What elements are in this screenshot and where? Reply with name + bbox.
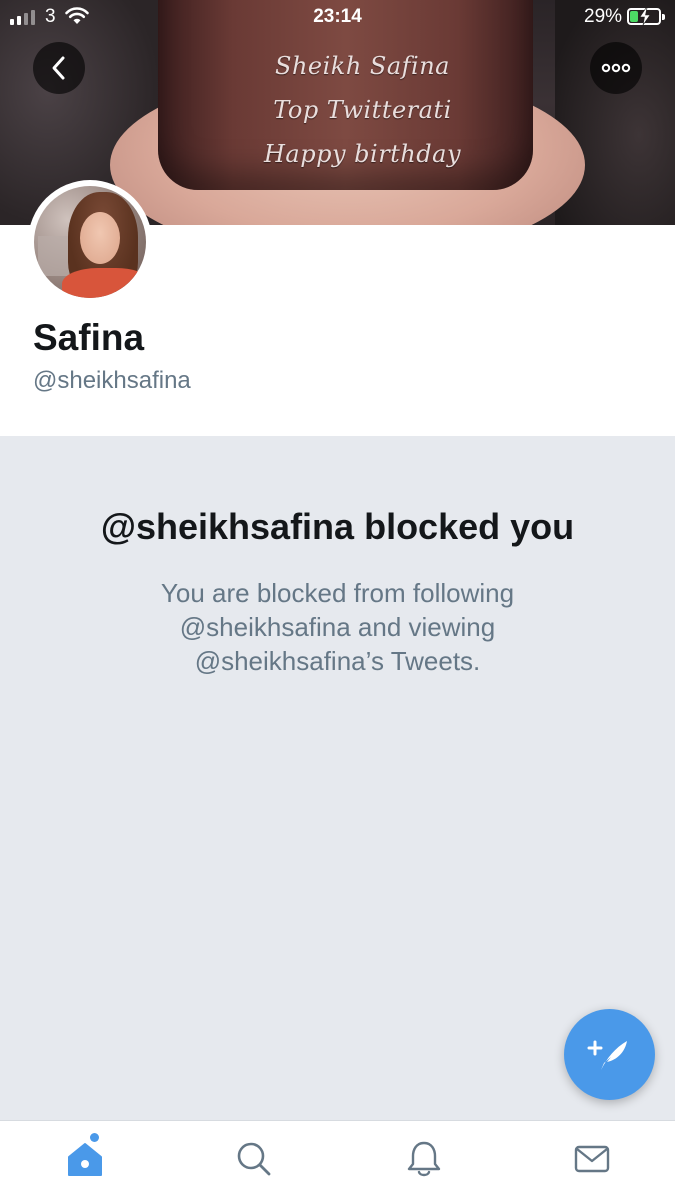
search-icon xyxy=(237,1142,271,1176)
status-bar: 3 23:14 29% xyxy=(0,0,675,36)
bell-icon xyxy=(407,1141,441,1177)
avatar-photo xyxy=(34,186,146,298)
battery-icon xyxy=(627,8,665,25)
more-options-button[interactable] xyxy=(590,42,642,94)
profile-handle: @sheikhsafina xyxy=(33,367,191,394)
blocked-notice: @sheikhsafina blocked you You are blocke… xyxy=(0,436,675,1121)
envelope-icon xyxy=(574,1145,610,1173)
banner-engraving-line: Happy birthday xyxy=(264,140,461,168)
new-content-indicator-dot xyxy=(90,1133,99,1142)
tab-home[interactable] xyxy=(65,1139,105,1179)
compose-tweet-button[interactable] xyxy=(564,1009,655,1100)
clock: 23:14 xyxy=(313,6,362,27)
blocked-message-line: @sheikhsafina and viewing xyxy=(179,612,496,642)
compose-tweet-icon xyxy=(587,1040,627,1070)
profile-name: Safina xyxy=(33,317,145,358)
banner-engraving-line: Top Twitterati xyxy=(273,96,452,124)
tab-search[interactable] xyxy=(234,1139,274,1179)
tab-notifications[interactable] xyxy=(404,1139,444,1179)
banner-engraving-line: Sheikh Safina xyxy=(275,52,450,80)
avatar[interactable] xyxy=(28,180,152,304)
blocked-title: @sheikhsafina blocked you xyxy=(100,506,575,547)
blocked-message: You are blocked from following @sheikhsa… xyxy=(80,576,595,678)
home-icon xyxy=(68,1143,102,1176)
battery-percentage: 29% xyxy=(584,6,623,27)
blocked-message-line: You are blocked from following xyxy=(160,578,515,608)
chevron-left-icon xyxy=(52,56,65,80)
battery-level-fill xyxy=(630,11,638,22)
charging-bolt-icon xyxy=(639,8,651,25)
ellipsis-icon xyxy=(601,63,631,73)
tab-messages[interactable] xyxy=(572,1139,612,1179)
tab-bar xyxy=(0,1120,675,1200)
back-button[interactable] xyxy=(33,42,85,94)
blocked-message-line: @sheikhsafina’s Tweets. xyxy=(194,646,481,676)
